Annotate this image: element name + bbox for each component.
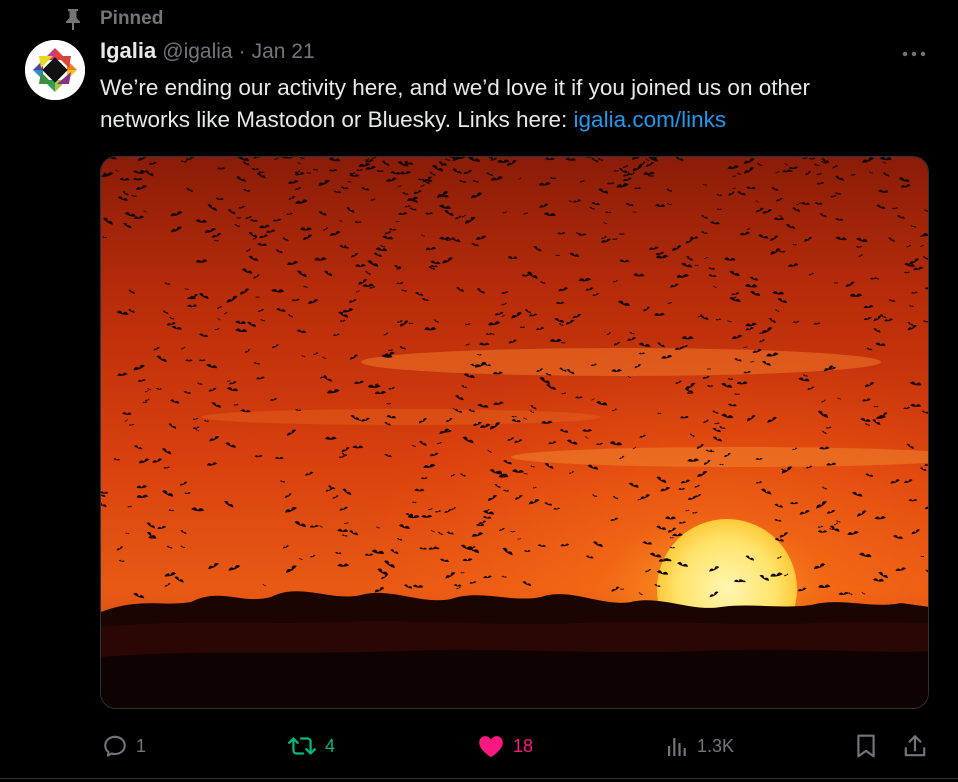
more-dots-icon xyxy=(902,51,926,57)
like-button[interactable]: 18 xyxy=(477,726,533,766)
analytics-icon xyxy=(668,738,686,756)
like-count: 18 xyxy=(513,735,534,756)
reply-icon xyxy=(104,735,126,757)
tweet-card[interactable]: Pinned Igalia @igalia · Jan 21 We’re end… xyxy=(0,0,958,782)
igalia-logo-avatar xyxy=(25,40,85,100)
pinned-label: Pinned xyxy=(100,8,164,29)
tweet-text: We’re ending our activity here, and we’d… xyxy=(100,72,900,136)
share-button[interactable] xyxy=(902,726,928,766)
avatar[interactable] xyxy=(25,40,85,100)
reply-button[interactable]: 1 xyxy=(102,726,146,766)
pin-icon xyxy=(64,7,82,31)
retweet-count: 4 xyxy=(325,735,336,756)
reply-count: 1 xyxy=(136,735,147,756)
pinned-indicator: Pinned xyxy=(64,6,163,32)
bookmark-icon xyxy=(857,734,875,758)
divider xyxy=(0,778,958,779)
tweet-date[interactable]: Jan 21 xyxy=(252,40,315,64)
tweet-media-image[interactable] xyxy=(100,156,929,709)
retweet-icon xyxy=(288,737,316,755)
tweet-actions-bar: 1 4 18 1.3K xyxy=(0,726,958,766)
sunset-birds-photo xyxy=(101,157,928,708)
more-options-button[interactable] xyxy=(900,43,928,65)
tweet-link[interactable]: igalia.com/links xyxy=(574,107,727,132)
author-handle[interactable]: @igalia xyxy=(162,40,232,64)
views-button[interactable]: 1.3K xyxy=(665,726,734,766)
share-icon xyxy=(904,735,926,757)
views-count: 1.3K xyxy=(697,735,735,756)
tweet-header: Igalia @igalia · Jan 21 xyxy=(100,38,315,70)
author-display-name[interactable]: Igalia xyxy=(100,38,156,64)
retweet-button[interactable]: 4 xyxy=(287,726,335,766)
bookmark-button[interactable] xyxy=(855,726,877,766)
header-separator: · xyxy=(238,40,246,63)
heart-icon xyxy=(479,736,503,758)
